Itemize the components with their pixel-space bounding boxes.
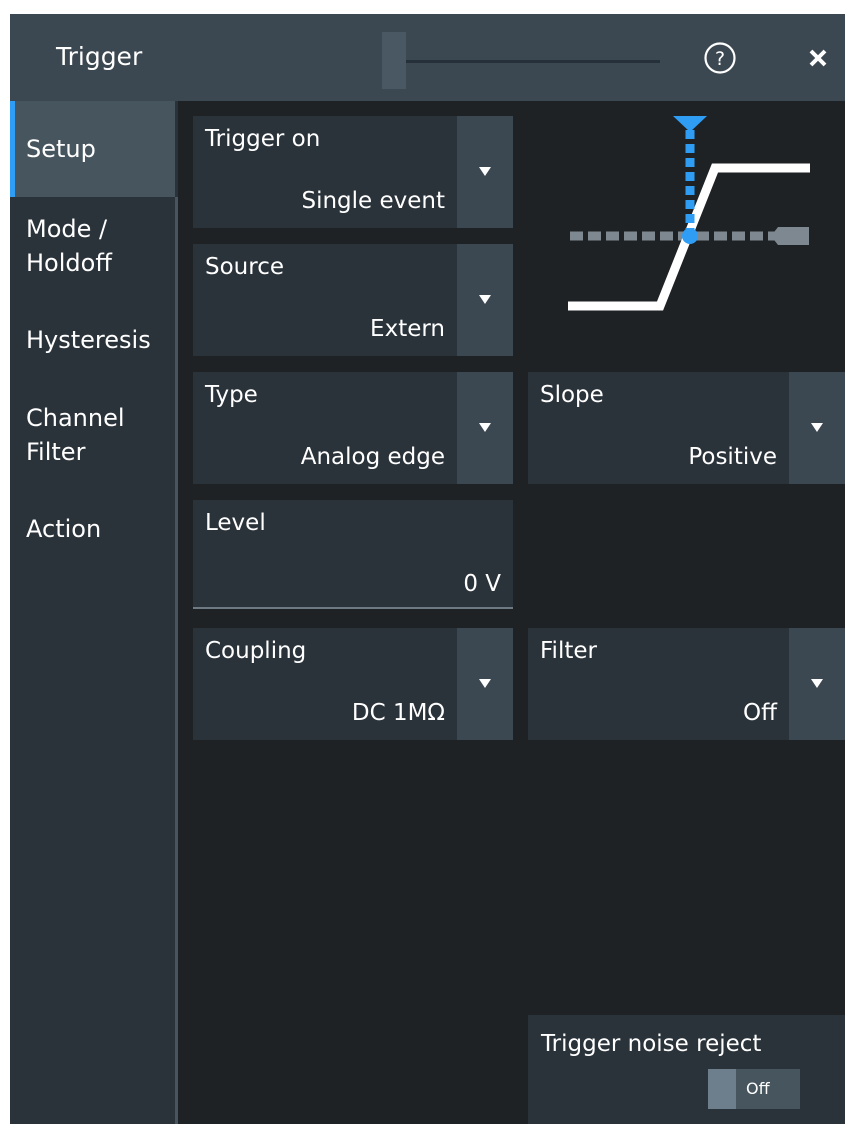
source-select[interactable]: Source Extern xyxy=(193,244,513,356)
trigger-on-value: Single event xyxy=(301,188,445,214)
slope-dropdown-button[interactable] xyxy=(789,372,845,484)
filter-dropdown-button[interactable] xyxy=(789,628,845,740)
chevron-down-icon xyxy=(479,295,491,304)
trigger-on-select[interactable]: Trigger on Single event xyxy=(193,116,513,228)
source-value: Extern xyxy=(370,316,445,342)
trigger-dialog: Trigger ? Setup Mode / Holdoff Hysteresi… xyxy=(10,14,845,1124)
filter-label: Filter xyxy=(540,638,597,664)
close-icon[interactable] xyxy=(803,43,833,73)
transparency-slider-thumb[interactable] xyxy=(382,32,406,89)
slope-value: Positive xyxy=(688,444,777,470)
sidebar-item-mode-holdoff[interactable]: Mode / Holdoff xyxy=(26,212,112,280)
sidebar-item-setup[interactable]: Setup xyxy=(26,132,96,166)
chevron-down-icon xyxy=(479,679,491,688)
trigger-on-dropdown-button[interactable] xyxy=(457,116,513,228)
transparency-slider-track[interactable] xyxy=(398,60,660,63)
level-input-underline xyxy=(193,607,513,609)
coupling-value: DC 1MΩ xyxy=(351,700,445,726)
filter-value: Off xyxy=(743,700,777,726)
coupling-label: Coupling xyxy=(205,638,307,664)
slope-label: Slope xyxy=(540,382,604,408)
trigger-edge-diagram xyxy=(568,116,810,311)
source-label: Source xyxy=(205,254,284,280)
noise-reject-label: Trigger noise reject xyxy=(541,1031,762,1057)
sidebar-item-channel-filter[interactable]: Channel Filter xyxy=(26,401,125,469)
level-label: Level xyxy=(205,510,266,536)
sidebar-item-hysteresis[interactable]: Hysteresis xyxy=(26,323,151,357)
help-icon[interactable]: ? xyxy=(703,41,737,75)
type-select[interactable]: Type Analog edge xyxy=(193,372,513,484)
noise-reject-toggle[interactable]: Off xyxy=(708,1069,800,1109)
dialog-title: Trigger xyxy=(56,42,143,71)
type-label: Type xyxy=(205,382,258,408)
level-input[interactable]: Level 0 V xyxy=(193,500,513,607)
sidebar-active-indicator xyxy=(10,101,15,197)
chevron-down-icon xyxy=(811,679,823,688)
coupling-dropdown-button[interactable] xyxy=(457,628,513,740)
source-dropdown-button[interactable] xyxy=(457,244,513,356)
title-bar: Trigger ? xyxy=(10,14,845,101)
slope-select[interactable]: Slope Positive xyxy=(528,372,845,484)
noise-reject-panel: Trigger noise reject Off xyxy=(528,1015,845,1124)
chevron-down-icon xyxy=(479,423,491,432)
coupling-select[interactable]: Coupling DC 1MΩ xyxy=(193,628,513,740)
type-value: Analog edge xyxy=(300,444,445,470)
sidebar-divider xyxy=(175,197,178,1124)
sidebar-item-action[interactable]: Action xyxy=(26,512,101,546)
noise-reject-state: Off xyxy=(746,1079,770,1098)
sidebar: Setup Mode / Holdoff Hysteresis Channel … xyxy=(10,101,178,1124)
toggle-knob[interactable] xyxy=(708,1069,736,1109)
level-value: 0 V xyxy=(463,571,501,597)
chevron-down-icon xyxy=(479,167,491,176)
chevron-down-icon xyxy=(811,423,823,432)
trigger-on-label: Trigger on xyxy=(205,126,321,152)
filter-select[interactable]: Filter Off xyxy=(528,628,845,740)
svg-text:?: ? xyxy=(715,48,725,70)
type-dropdown-button[interactable] xyxy=(457,372,513,484)
